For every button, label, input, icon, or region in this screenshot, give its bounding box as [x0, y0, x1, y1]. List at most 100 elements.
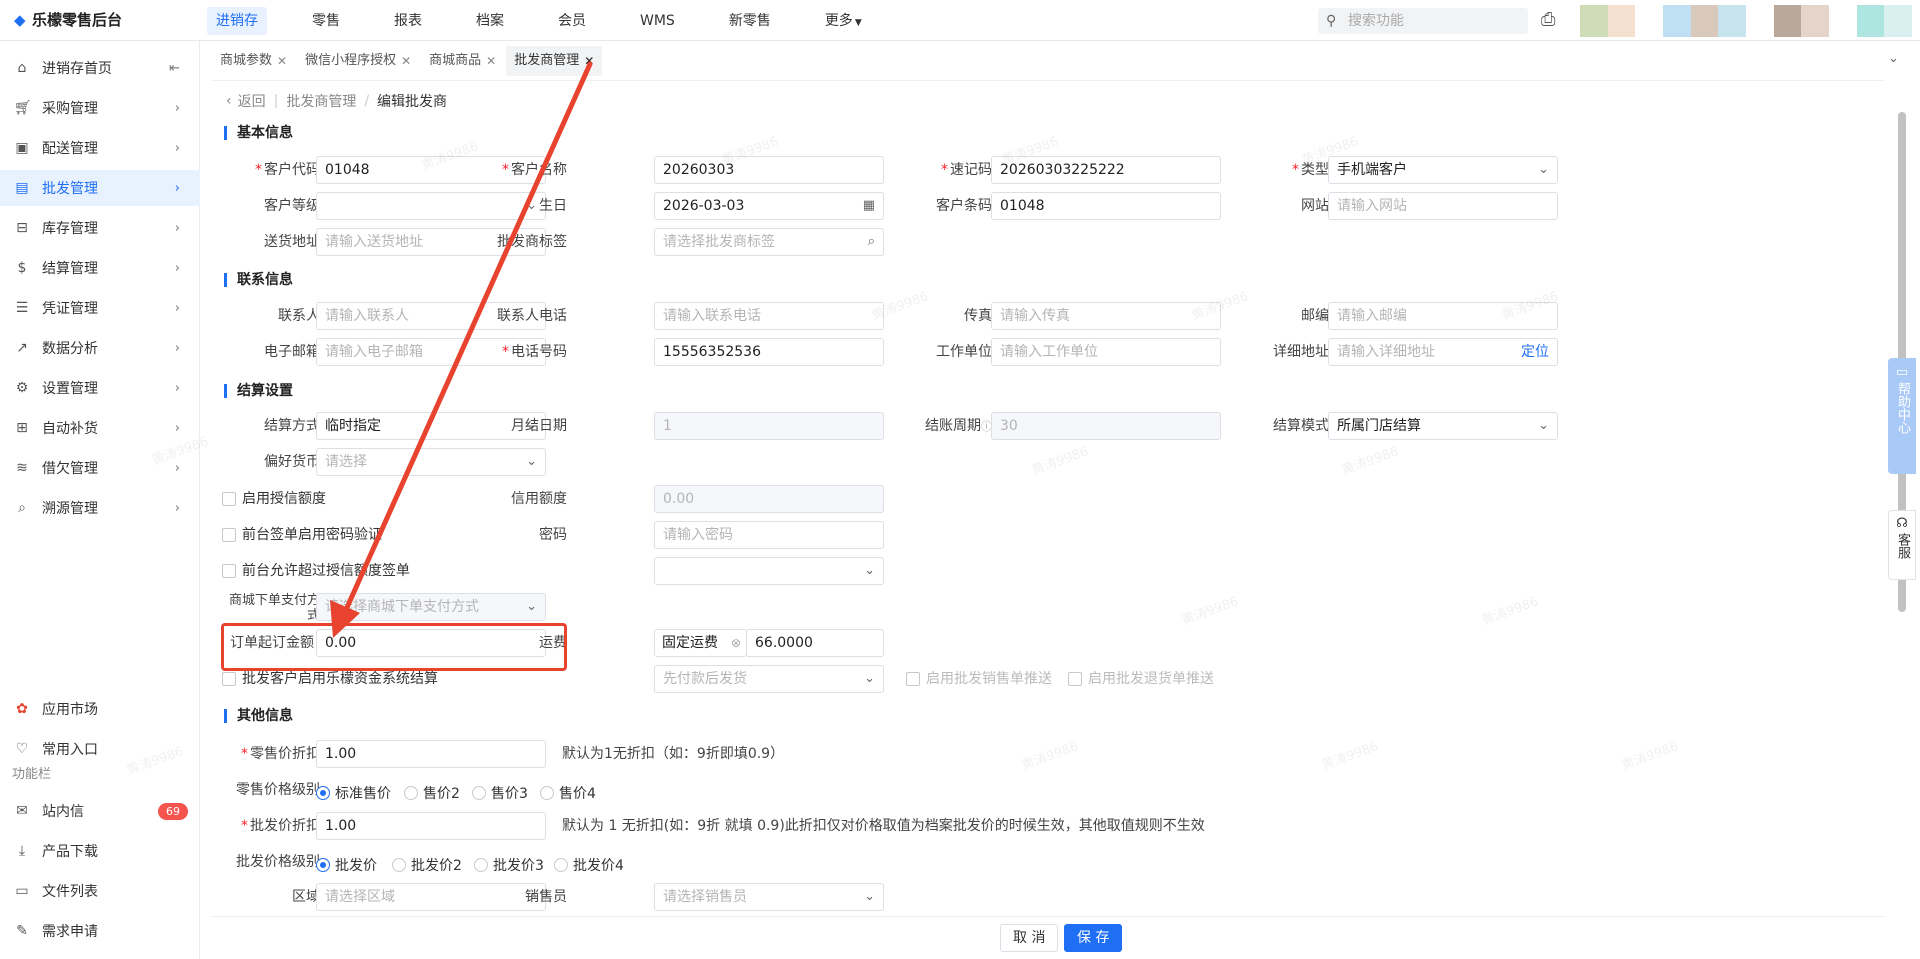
over-credit-checkbox[interactable]: 前台允许超过授信额度签单 [222, 561, 410, 581]
quick-code-field[interactable]: 20260303225222 [991, 156, 1221, 184]
download-icon: ⤓ [18, 843, 26, 859]
blurred-user-area[interactable] [1580, 5, 1913, 37]
close-icon[interactable]: ✕ [401, 46, 411, 76]
sidebar-item-request[interactable]: ✎ 需求申请 [0, 913, 200, 949]
push-sale-checkbox[interactable]: 启用批发销售单推送 [906, 669, 1052, 689]
sidebar-item-files[interactable]: ▭ 文件列表 [0, 873, 200, 909]
retail-disc-label: * 零售价折扣 [241, 746, 320, 762]
wholesale-discount-field[interactable]: 1.00 [316, 812, 546, 840]
wholesale-level-3-radio[interactable]: 批发价3 [474, 855, 544, 875]
settle-mode-select[interactable]: 所属门店结算 ⌄ [1328, 412, 1558, 440]
month-day-field[interactable]: 1 [654, 412, 884, 440]
collapse-icon[interactable]: ⇤ [169, 61, 180, 76]
customer-barcode-field[interactable]: 01048 [991, 192, 1221, 220]
retail-level-2-radio[interactable]: 售价2 [404, 783, 460, 803]
currency-select[interactable]: 请选择 ⌄ [316, 448, 546, 476]
type-select[interactable]: 手机端客户 ⌄ [1328, 156, 1558, 184]
back-link[interactable]: 返回 [238, 91, 266, 111]
sidebar-item-app-market[interactable]: ✿ 应用市场 [0, 691, 200, 727]
topnav-report[interactable]: 报表 [385, 7, 431, 35]
sidebar-item-stock[interactable]: ⊟ 库存管理 › [0, 210, 200, 246]
checkbox-box [222, 528, 236, 542]
customer-name-field[interactable]: 20260303 [654, 156, 884, 184]
push-return-checkbox[interactable]: 启用批发退货单推送 [1068, 669, 1214, 689]
detail-address-field[interactable]: 请输入详细地址 定位 [1328, 338, 1558, 366]
close-icon[interactable]: ✕ [486, 46, 496, 76]
mobile-field[interactable]: 15556352536 [654, 338, 884, 366]
tag-label: 批发商标签 [497, 234, 567, 250]
period-field[interactable]: 30 [991, 412, 1221, 440]
password-verify-checkbox[interactable]: 前台签单启用密码验证 [222, 525, 382, 545]
credit-field[interactable]: 0.00 [654, 485, 884, 513]
back-icon[interactable]: ‹ [226, 93, 232, 109]
sidebar-item-loan[interactable]: ≋ 借欠管理 › [0, 450, 200, 486]
wholesale-level-4-radio[interactable]: 批发价4 [554, 855, 624, 875]
wholesale-level-1-radio[interactable]: 批发价 [316, 855, 377, 875]
sidebar-item-analytics[interactable]: ↗ 数据分析 › [0, 330, 200, 366]
topnav-inventory[interactable]: 进销存 [207, 7, 267, 35]
topnav-archive[interactable]: 档案 [467, 7, 513, 35]
password-field[interactable]: 请输入密码 [654, 521, 884, 549]
search-placeholder: 搜索功能 [1348, 13, 1404, 29]
lemeng-settle-checkbox[interactable]: 批发客户启用乐檬资金系统结算 [222, 669, 438, 689]
sidebar-item-inventory-home[interactable]: ⌂ 进销存首页 ⇤ [0, 50, 200, 86]
customer-service-button[interactable]: ☊ 客服 [1888, 510, 1916, 580]
money-icon: $ [17, 260, 27, 276]
retail-discount-field[interactable]: 1.00 [316, 740, 546, 768]
topnav-wms[interactable]: WMS [631, 7, 684, 35]
sidebar-item-wholesale[interactable]: ▤ 批发管理 › [0, 170, 200, 206]
sidebar-item-inbox[interactable]: ✉ 站内信 69 [0, 793, 200, 829]
over-credit-select[interactable]: ⌄ [654, 557, 884, 585]
sidebar-item-download[interactable]: ⤓ 产品下载 [0, 833, 200, 869]
breadcrumb-parent[interactable]: 批发商管理 [286, 91, 356, 111]
ship-mode-select[interactable]: 先付款后发货 ⌄ [654, 665, 884, 693]
freight-amount-field[interactable]: 66.0000 [746, 629, 884, 657]
freight-type-select[interactable]: 固定运费 ⊗ [654, 629, 747, 657]
tab-wholesaler-manage[interactable]: 批发商管理 ✕ [506, 46, 603, 76]
sidebar-item-auto-replenish[interactable]: ⊞ 自动补货 › [0, 410, 200, 446]
checkbox-box [1068, 672, 1082, 686]
wholesale-level-2-radio[interactable]: 批发价2 [392, 855, 462, 875]
company-field[interactable]: 请输入工作单位 [991, 338, 1221, 366]
credit-enable-checkbox[interactable]: 启用授信额度 [222, 489, 326, 509]
seller-select[interactable]: 请选择销售员 ⌄ [654, 883, 884, 911]
locate-link[interactable]: 定位 [1521, 339, 1549, 365]
seller-placeholder: 请选择销售员 [663, 889, 747, 905]
birthday-field[interactable]: 2026-03-03 ▦ [654, 192, 884, 220]
sidebar-item-purchase[interactable]: 🛒︎ 采购管理 › [0, 90, 200, 126]
topnav-more[interactable]: 更多 ▼ [816, 7, 871, 35]
clear-icon[interactable]: ⊗ [731, 630, 741, 656]
fax-field[interactable]: 请输入传真 [991, 302, 1221, 330]
contact-phone-field[interactable]: 请输入联系电话 [654, 302, 884, 330]
sidebar-item-favorites[interactable]: ♡ 常用入口 [0, 731, 200, 767]
tab-mall-goods[interactable]: 商城商品 ✕ [421, 46, 504, 76]
close-icon[interactable]: ✕ [584, 46, 594, 76]
tab-mall-params[interactable]: 商城参数 ✕ [212, 46, 295, 76]
retail-level-3-radio[interactable]: 售价3 [472, 783, 528, 803]
printer-icon[interactable]: ⎙ [1541, 9, 1555, 30]
mall-pay-select[interactable]: 请选择商城下单支付方式 ⌄ [316, 593, 546, 621]
sidebar-item-settlement[interactable]: $ 结算管理 › [0, 250, 200, 286]
checkbox-box [906, 672, 920, 686]
sidebar-item-settings[interactable]: ⚙ 设置管理 › [0, 370, 200, 406]
topnav-retail[interactable]: 零售 [303, 7, 349, 35]
code-label: * 客户代码 [255, 162, 320, 178]
retail-level-standard-radio[interactable]: 标准售价 [316, 783, 391, 803]
save-button[interactable]: 保 存 [1064, 924, 1123, 952]
close-icon[interactable]: ✕ [277, 46, 287, 76]
app-logo[interactable]: ◆ 乐檬零售后台 [14, 9, 122, 30]
chevron-down-icon[interactable]: ⌄ [1888, 51, 1899, 66]
function-search-input[interactable]: ⚲ 搜索功能 [1318, 8, 1528, 34]
sidebar-item-voucher[interactable]: ☰ 凭证管理 › [0, 290, 200, 326]
topnav-new-retail[interactable]: 新零售 [720, 7, 780, 35]
help-center-button[interactable]: ▭ 帮助中心 [1888, 358, 1916, 474]
sidebar-item-distribution[interactable]: ▣ 配送管理 › [0, 130, 200, 166]
wholesaler-tag-field[interactable]: 请选择批发商标签 ⌕ [654, 228, 884, 256]
sidebar-item-trace[interactable]: ⌕ 溯源管理 › [0, 490, 200, 526]
topnav-member[interactable]: 会员 [549, 7, 595, 35]
tab-wechat-auth[interactable]: 微信小程序授权 ✕ [297, 46, 419, 76]
retail-level-4-radio[interactable]: 售价4 [540, 783, 596, 803]
cancel-button[interactable]: 取 消 [1000, 924, 1059, 952]
zip-field[interactable]: 请输入邮编 [1328, 302, 1558, 330]
website-field[interactable]: 请输入网站 [1328, 192, 1558, 220]
